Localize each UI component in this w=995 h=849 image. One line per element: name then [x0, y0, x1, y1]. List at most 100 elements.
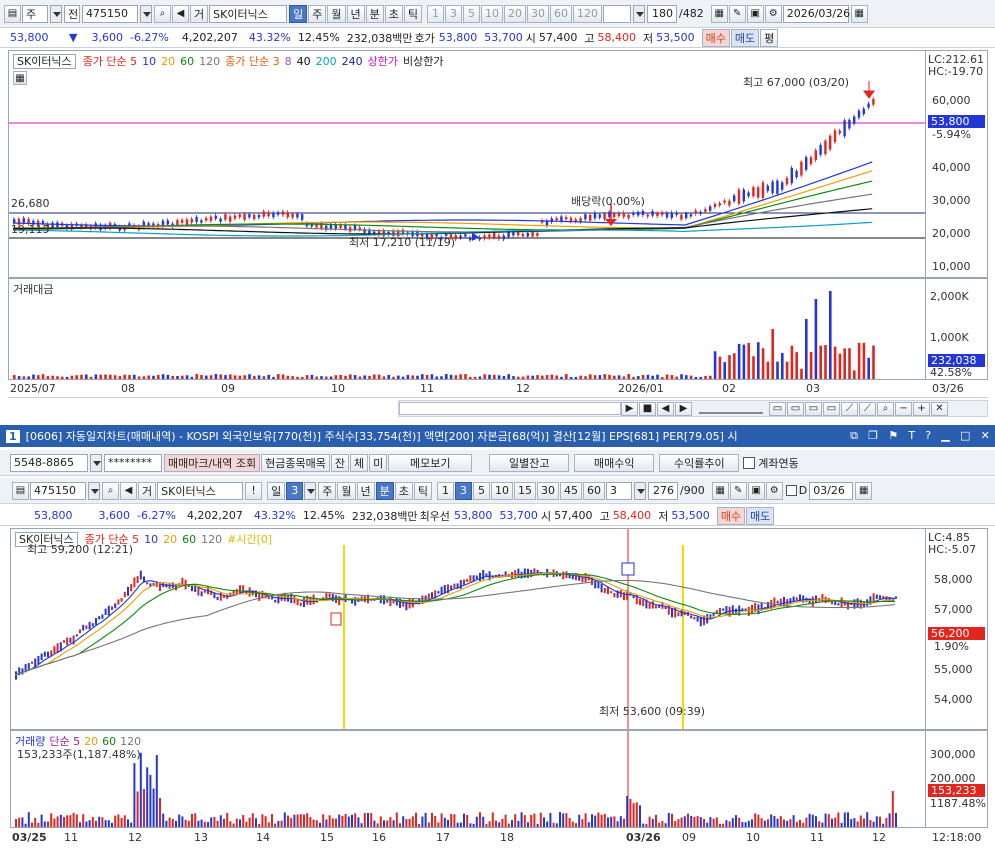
date-checkbox[interactable]	[785, 485, 797, 496]
period-day-button[interactable]: 일	[289, 4, 308, 23]
trade-profit-button[interactable]: 매매수익	[574, 453, 655, 472]
buy-button[interactable]: 매수	[716, 506, 746, 525]
interval-1-button[interactable]: 1	[437, 481, 454, 500]
calendar-icon[interactable]: ▦	[850, 4, 868, 23]
period-year-button[interactable]: 년	[346, 4, 365, 23]
bar-count-input[interactable]: 180	[647, 4, 677, 23]
window-link-icon[interactable]: ⧉	[850, 429, 858, 443]
window-text-icon[interactable]: T	[908, 429, 915, 443]
legend-stock-name[interactable]: SK이터닉스	[13, 53, 76, 69]
buy-button[interactable]: 매수	[701, 28, 730, 47]
trade-mark-button[interactable]: 매매마크/내역 조회	[164, 453, 261, 472]
bottom-price-chart[interactable]: SK이터닉스 종가 단순 5 10 20 60 120 #시간[0] 최고 59…	[10, 528, 926, 730]
interval-5-button[interactable]: 5	[473, 481, 490, 500]
period-minute-button[interactable]: 분	[365, 4, 384, 23]
period-multi-dropdown[interactable]	[304, 481, 317, 500]
period-month-button[interactable]: 월	[327, 4, 346, 23]
interval-select[interactable]	[603, 4, 631, 23]
period-minute-button[interactable]: 분	[375, 481, 394, 500]
chart-menu-icon[interactable]: ▤	[4, 4, 21, 23]
period-second-button[interactable]: 초	[394, 481, 413, 500]
interval-10-button[interactable]: 10	[481, 4, 503, 23]
stock-name-field[interactable]: SK이터닉스	[157, 481, 244, 500]
table-icon[interactable]: ▦	[13, 71, 27, 85]
date-input[interactable]: 2026/03/26	[782, 4, 850, 23]
interval-30-button[interactable]: 30	[527, 4, 549, 23]
tools-icon[interactable]: ✎	[729, 481, 747, 500]
return-trend-button[interactable]: 수익률추이	[659, 453, 740, 472]
interval-3-button[interactable]: 3	[445, 4, 462, 23]
search-icon[interactable]: ⌕	[102, 481, 119, 500]
interval-dropdown[interactable]	[633, 4, 645, 23]
period-day-button[interactable]: 일	[267, 481, 286, 500]
draw4-icon[interactable]: ▭	[823, 401, 840, 416]
account-select[interactable]: 5548-8865	[10, 453, 88, 472]
sell-button[interactable]: 매도	[746, 506, 775, 525]
period-year-button[interactable]: 년	[356, 481, 375, 500]
period-month-button[interactable]: 월	[337, 481, 356, 500]
interval-15-button[interactable]: 15	[514, 481, 536, 500]
top-scroll-bar[interactable]: ▶ ■ ◀ ▶ ▭ ▭ ▭ ▭ ⟋ ⟋ ⌕ − + ✕	[398, 400, 988, 417]
window-close-icon[interactable]: ✕	[981, 429, 990, 443]
daily-balance-button[interactable]: 일별잔고	[489, 453, 570, 472]
balance-button[interactable]: 잔	[330, 453, 350, 472]
trend2-icon[interactable]: ⟋	[859, 401, 876, 416]
period-multi-button[interactable]: 3	[286, 481, 304, 500]
speaker-icon[interactable]: ◀	[120, 481, 137, 500]
save-icon[interactable]: ▣	[747, 481, 765, 500]
alert-button[interactable]: !	[245, 481, 263, 500]
scroll-right-icon[interactable]: ▶	[621, 401, 638, 416]
grid-icon[interactable]: ▦	[710, 4, 728, 23]
stock-code-input[interactable]: 475150	[82, 4, 138, 23]
interval-45-button[interactable]: 45	[560, 481, 582, 500]
period-week-button[interactable]: 주	[318, 481, 337, 500]
bottom-volume-chart[interactable]: 거래량 단순 5 20 60 120 153,233주(1,187.48%)	[10, 730, 926, 828]
date-input[interactable]: 03/26	[809, 481, 854, 500]
draw-icon[interactable]: ▭	[769, 401, 786, 416]
top-price-chart[interactable]: SK이터닉스 종가 단순 5 10 20 60 120 종가 단순 3 8 40…	[8, 50, 926, 278]
minus-icon[interactable]: −	[895, 401, 912, 416]
interval-1-button[interactable]: 1	[427, 4, 444, 23]
interval-30-button[interactable]: 30	[537, 481, 559, 500]
interval-select[interactable]: 3	[606, 481, 632, 500]
search-icon[interactable]: ⌕	[154, 4, 171, 23]
filled-button[interactable]: 체	[350, 453, 369, 472]
interval-120-button[interactable]: 120	[573, 4, 602, 23]
stock-code-dropdown[interactable]	[140, 4, 152, 23]
draw2-icon[interactable]: ▭	[787, 401, 804, 416]
sell-button[interactable]: 매도	[730, 28, 760, 47]
chart-menu-icon[interactable]: ▤	[12, 481, 29, 500]
period-type-select[interactable]: 주	[22, 4, 48, 23]
memo-button[interactable]: 메모보기	[388, 453, 473, 472]
gear-icon[interactable]: ⚙	[764, 4, 782, 23]
window-titlebar[interactable]: 1 [0606] 자동일지차트(매매내역) - KOSPI 외국인보유[770(…	[0, 425, 995, 447]
top-volume-chart[interactable]: 거래대금	[8, 278, 926, 380]
account-dropdown[interactable]	[90, 453, 102, 472]
bar-count-input[interactable]: 276	[648, 481, 678, 500]
window-help-icon[interactable]: ?	[925, 429, 931, 443]
period-second-button[interactable]: 초	[384, 4, 403, 23]
account-link-checkbox[interactable]	[743, 456, 756, 469]
period-type-dropdown[interactable]	[50, 4, 62, 23]
scroll-track[interactable]	[399, 402, 621, 415]
interval-10-button[interactable]: 10	[491, 481, 513, 500]
grid-icon[interactable]: ▦	[711, 481, 729, 500]
rewind-icon[interactable]: ◀	[657, 401, 674, 416]
period-week-button[interactable]: 주	[308, 4, 327, 23]
stock-name-field[interactable]: SK이터닉스	[209, 4, 288, 23]
interval-20-button[interactable]: 20	[504, 4, 526, 23]
close-small-icon[interactable]: ✕	[931, 401, 948, 416]
period-tick-button[interactable]: 틱	[413, 481, 432, 500]
eval-button[interactable]: 평	[760, 28, 779, 47]
window-restore-icon[interactable]: ❐	[868, 429, 878, 443]
plus-icon[interactable]: +	[913, 401, 930, 416]
gear-icon[interactable]: ⚙	[765, 481, 783, 500]
all-select[interactable]: 전	[64, 4, 80, 23]
stop-icon[interactable]: ■	[639, 401, 656, 416]
period-tick-button[interactable]: 틱	[403, 4, 422, 23]
save-icon[interactable]: ▣	[746, 4, 764, 23]
stock-code-dropdown[interactable]	[88, 481, 100, 500]
interval-dropdown[interactable]	[634, 481, 646, 500]
zoom-out-icon[interactable]: ⌕	[877, 401, 894, 416]
ge-button[interactable]: 거	[190, 4, 209, 23]
